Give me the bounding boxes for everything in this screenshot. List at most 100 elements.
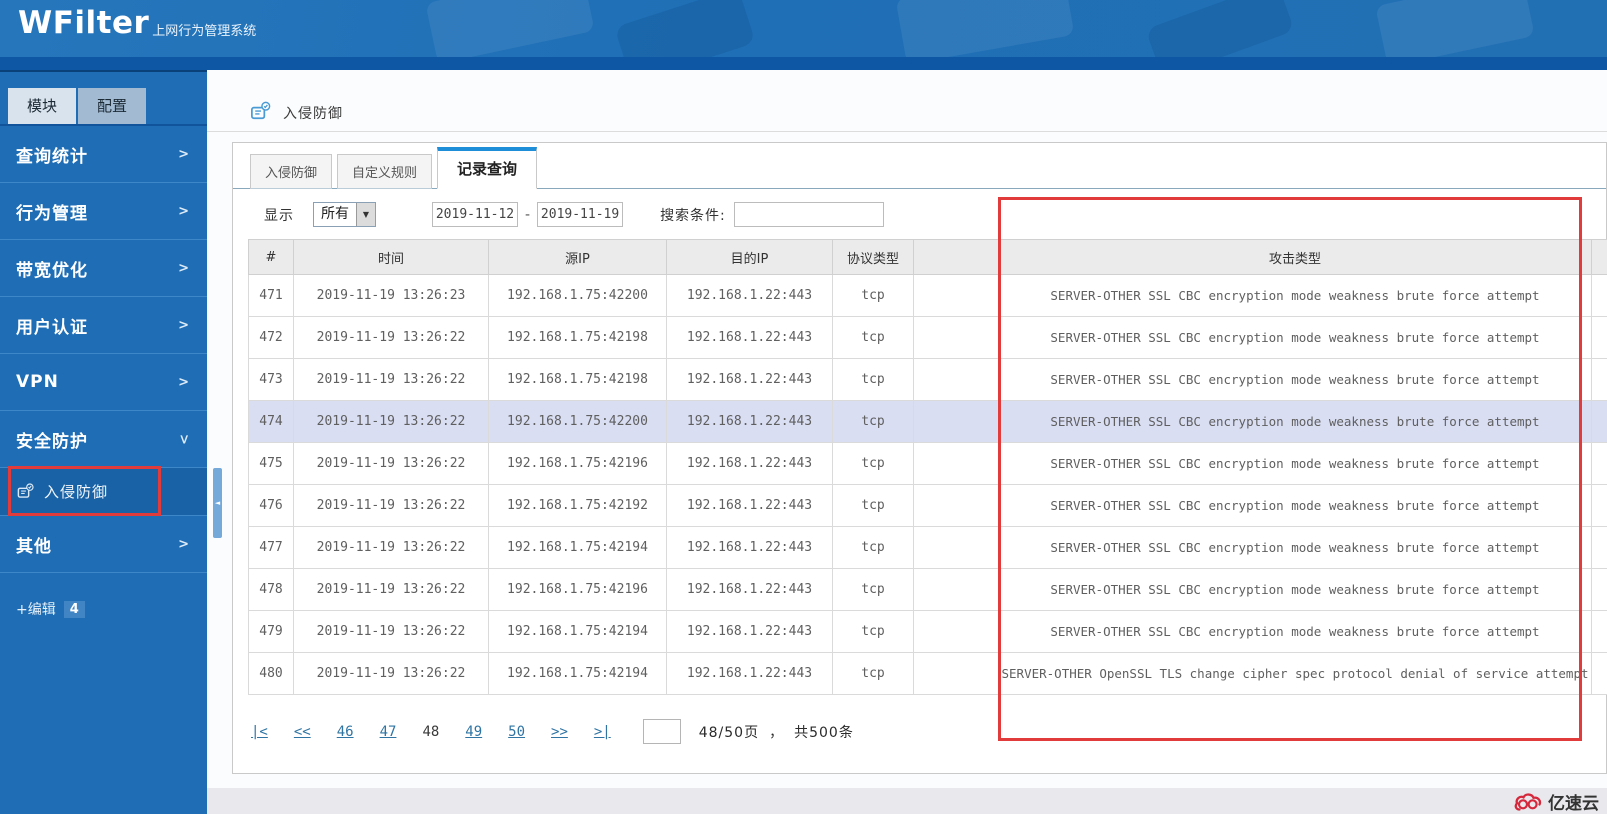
table-header-cell[interactable]: 协议类型 <box>832 239 914 275</box>
cell-dest-ip: 192.168.1.22:443 <box>666 526 833 569</box>
page-link[interactable]: >| <box>594 724 611 740</box>
chevron-icon: > <box>178 203 189 219</box>
table-row[interactable]: 474 2019-11-19 13:26:22 192.168.1.75:422… <box>248 400 1607 443</box>
cell-empty <box>1591 400 1607 443</box>
page-jump-input[interactable] <box>642 719 681 744</box>
cell-empty <box>1591 610 1607 653</box>
cell-index: 476 <box>248 484 294 527</box>
sidebar-nav-item[interactable]: 查询统计 > <box>0 126 207 183</box>
sidebar-nav-label: 行为管理 <box>16 203 88 224</box>
cell-source-ip: 192.168.1.75:42200 <box>488 274 667 317</box>
search-input[interactable] <box>733 202 884 227</box>
intrusion-defense-icon <box>17 483 34 498</box>
display-label: 显示 <box>264 207 294 224</box>
sidebar-nav-item[interactable]: 行为管理 > <box>0 183 207 240</box>
chevron-icon: > <box>178 317 189 333</box>
sidebar-nav-label: 安全防护 <box>16 431 88 452</box>
content-tab[interactable]: 记录查询 <box>437 147 538 189</box>
page-link[interactable]: 49 <box>465 724 482 740</box>
table-header-cell[interactable] <box>913 239 999 275</box>
table-row[interactable]: 472 2019-11-19 13:26:22 192.168.1.75:421… <box>248 316 1607 359</box>
table-row[interactable]: 471 2019-11-19 13:26:23 192.168.1.75:422… <box>248 274 1607 317</box>
table-header-cell[interactable]: 源IP <box>488 239 667 275</box>
cell-time: 2019-11-19 13:26:23 <box>293 274 489 317</box>
cell-time: 2019-11-19 13:26:22 <box>293 442 489 485</box>
edit-link[interactable]: +编辑 <box>16 599 56 619</box>
cell-dest-ip: 192.168.1.22:443 <box>666 442 833 485</box>
table-header-cell[interactable]: 时间 <box>293 239 489 275</box>
cell-index: 472 <box>248 316 294 359</box>
cell-dest-ip: 192.168.1.22:443 <box>666 568 833 611</box>
table-row[interactable]: 475 2019-11-19 13:26:22 192.168.1.75:421… <box>248 442 1607 485</box>
table-header-cell[interactable]: 攻击类型 <box>998 239 1592 275</box>
sidebar-nav-label: 查询统计 <box>16 146 88 167</box>
sidebar-collapse-handle[interactable]: ◄ <box>213 468 222 538</box>
sidebar-nav-item[interactable]: 安全防护 > <box>0 411 207 468</box>
page-link[interactable]: 46 <box>337 724 354 740</box>
keyboard-decoration <box>1375 0 1535 57</box>
content-tab[interactable]: 入侵防御 <box>250 154 333 189</box>
filter-bar: 显示 所有 ▼ 2019-11-12 - 2019-11-19 搜索条件: <box>233 189 1606 239</box>
sidebar-nav-item-other[interactable]: 其他 > <box>0 516 207 573</box>
page-link[interactable]: 47 <box>380 724 397 740</box>
cell-protocol: tcp <box>832 526 914 569</box>
table-header-cell[interactable]: 目的IP <box>666 239 833 275</box>
cell-time: 2019-11-19 13:26:22 <box>293 358 489 401</box>
table-row[interactable]: 479 2019-11-19 13:26:22 192.168.1.75:421… <box>248 610 1607 653</box>
date-separator: - <box>525 206 531 223</box>
cell-index: 479 <box>248 610 294 653</box>
sidebar-nav-item[interactable]: 用户认证 > <box>0 297 207 354</box>
page-link[interactable]: >> <box>551 724 568 740</box>
sidebar-nav-label: VPN <box>16 372 59 392</box>
page-link[interactable]: |< <box>251 724 268 740</box>
cell-empty <box>1591 568 1607 611</box>
chevron-icon: > <box>178 260 189 276</box>
cell-time: 2019-11-19 13:26:22 <box>293 316 489 359</box>
cell-source-ip: 192.168.1.75:42194 <box>488 652 667 695</box>
page-separator: ， <box>769 724 785 741</box>
table-header-cell[interactable]: # <box>248 239 294 275</box>
dropdown-arrow-icon[interactable]: ▼ <box>356 203 375 226</box>
sidebar-nav-item[interactable]: 带宽优化 > <box>0 240 207 297</box>
cell-index: 474 <box>248 400 294 443</box>
table-row[interactable]: 478 2019-11-19 13:26:22 192.168.1.75:421… <box>248 568 1607 611</box>
sidebar-nav-item[interactable]: VPN > <box>0 354 207 411</box>
display-select[interactable]: 所有 ▼ <box>313 202 376 227</box>
cell-protocol: tcp <box>832 568 914 611</box>
display-select-value: 所有 <box>321 206 349 222</box>
app-subtitle: 上网行为管理系统 <box>152 24 257 39</box>
cell-empty <box>913 316 999 359</box>
sidebar-nav-label: 用户认证 <box>16 317 88 338</box>
module-icon <box>251 101 271 120</box>
cell-empty <box>1591 484 1607 527</box>
table-row[interactable]: 480 2019-11-19 13:26:22 192.168.1.75:421… <box>248 652 1607 695</box>
breadcrumb: 入侵防御 <box>207 70 1607 132</box>
date-to-input[interactable]: 2019-11-19 <box>537 202 624 227</box>
table-row[interactable]: 473 2019-11-19 13:26:22 192.168.1.75:421… <box>248 358 1607 401</box>
sidebar-tab-label: 模块 <box>26 97 57 115</box>
table-header-cell[interactable] <box>1591 239 1607 275</box>
sidebar-tab[interactable]: 模块 <box>8 88 76 124</box>
sidebar-item-intrusion-defense[interactable]: 入侵防御 <box>0 466 207 516</box>
table-row[interactable]: 476 2019-11-19 13:26:22 192.168.1.75:421… <box>248 484 1607 527</box>
page-link[interactable]: 50 <box>508 724 525 740</box>
cell-empty <box>1591 442 1607 485</box>
cell-protocol: tcp <box>832 358 914 401</box>
content-tab[interactable]: 自定义规则 <box>337 154 433 189</box>
footer-brand: 亿速云 <box>1548 793 1599 814</box>
keyboard-decoration <box>614 0 756 57</box>
cell-empty <box>913 526 999 569</box>
content-tab-label: 入侵防御 <box>265 166 318 181</box>
sidebar-tab[interactable]: 配置 <box>78 88 146 124</box>
cell-index: 480 <box>248 652 294 695</box>
cell-attack-type: SERVER-OTHER SSL CBC encryption mode wea… <box>998 442 1592 485</box>
page-link[interactable]: << <box>294 724 311 740</box>
page-link[interactable]: 48 <box>422 724 439 740</box>
cell-empty <box>913 652 999 695</box>
sidebar-nav-label: 带宽优化 <box>16 260 88 281</box>
page-indicator: 48/50页 <box>698 724 760 741</box>
content-tabbar: 入侵防御 自定义规则 记录查询 <box>233 143 1606 189</box>
brand: WFilter 上网行为管理系统 <box>18 6 256 40</box>
table-row[interactable]: 477 2019-11-19 13:26:22 192.168.1.75:421… <box>248 526 1607 569</box>
date-from-input[interactable]: 2019-11-12 <box>432 202 518 227</box>
